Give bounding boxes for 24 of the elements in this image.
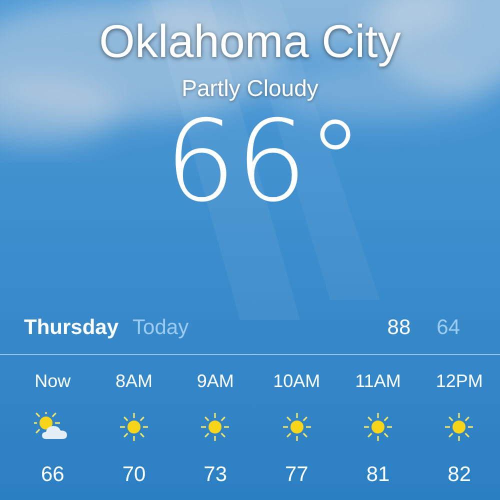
sun-icon [118, 412, 149, 442]
hour-temperature: 77 [284, 462, 308, 488]
current-temperature: 66° [164, 102, 364, 222]
sun-icon [200, 412, 230, 442]
day-name: Thursday [24, 315, 119, 342]
hour-temperature: 82 [448, 462, 471, 488]
hour-temperature: 81 [366, 462, 390, 488]
sun-icon [444, 412, 474, 442]
hour-temperature: 66 [40, 462, 64, 488]
hour-label: Now [34, 370, 71, 393]
weather-condition: Partly Cloudy [182, 74, 318, 102]
hour-label: 10AM [273, 370, 320, 393]
sun-icon [282, 412, 312, 442]
hour-label: 8AM [115, 370, 152, 393]
hour-label: 12PM [436, 370, 483, 393]
sun-icon [362, 412, 393, 442]
high-temperature: 88 [387, 315, 411, 342]
hour-temperature: 73 [204, 462, 227, 488]
city-name: Oklahoma City [99, 14, 401, 68]
today-label: Today [132, 315, 189, 342]
hour-label: 9AM [196, 370, 234, 393]
low-temperature: 64 [436, 315, 460, 342]
hour-label: 11AM [355, 370, 401, 393]
hour-temperature: 70 [122, 462, 146, 488]
